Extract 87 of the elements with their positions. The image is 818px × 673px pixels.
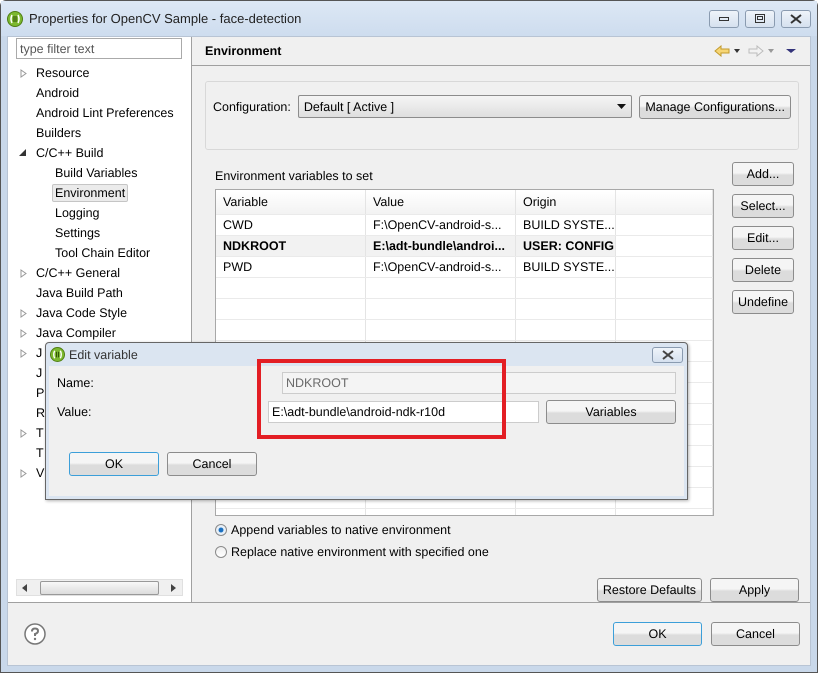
tree-item[interactable]: J [33,344,46,362]
text-field[interactable]: E:\adt-bundle\android-ndk-r10d [268,400,539,422]
table-row[interactable]: NDKROOT E:\adt-bundle\androi... USER: CONFIG [216,236,713,257]
column-header[interactable]: Variable [223,195,268,209]
dialog-button[interactable]: OK [613,622,702,646]
expand-arrow-icon[interactable] [20,268,26,278]
expand-arrow-icon[interactable] [20,468,26,478]
table-cell: BUILD SYSTE... [523,260,615,274]
tree-item[interactable]: Tool Chain Editor [52,244,154,262]
tree-item[interactable]: Settings [52,224,104,242]
expand-arrow-icon[interactable] [20,308,26,318]
tree-item[interactable]: V [33,464,48,482]
page-button[interactable]: Apply [710,578,799,602]
app-logo-icon [50,347,65,362]
manage-configurations-button[interactable]: Manage Configurations... [639,95,791,119]
table-label: Environment variables to set [215,169,374,183]
variables-button[interactable]: Variables [546,400,676,424]
column-header[interactable]: Value [373,195,404,209]
filter-field[interactable]: type filter text [16,38,182,59]
table-cell: NDKROOT [223,239,286,253]
dialog-button[interactable]: OK [69,452,159,476]
table-cell: F:\OpenCV-android-s... [373,218,502,232]
table-action-button[interactable]: Undefine [732,290,794,314]
expand-arrow-icon[interactable] [20,68,26,78]
radio-button[interactable] [215,524,227,536]
dialog-button[interactable]: Cancel [711,622,800,646]
maximize-button[interactable] [745,10,775,28]
help-icon[interactable] [24,623,46,645]
table-action-button[interactable]: Select... [732,194,794,218]
minimize-icon [719,16,729,20]
tree-item[interactable]: T [33,444,47,462]
view-menu-icon[interactable] [784,48,798,54]
tree-item[interactable]: Android Lint Preferences [33,104,177,122]
radio-label: Replace native environment with specified one [231,545,489,559]
table-action-button[interactable]: Add... [732,162,794,186]
tree-item[interactable]: T [33,424,47,442]
tree-item[interactable]: C/C++ Build [33,144,106,162]
window-title: Properties for OpenCV Sample - face-detection [29,11,302,26]
tree-item[interactable]: R [33,404,48,422]
table-cell: USER: CONFIG [523,239,614,253]
column-header[interactable]: Origin [523,195,556,209]
tree-item[interactable]: Builders [33,124,84,142]
horizontal-scrollbar[interactable] [16,579,183,596]
dialog-title: Edit variable [69,348,139,362]
dialog-button[interactable]: Cancel [167,452,257,476]
close-icon [790,14,802,24]
expand-arrow-icon[interactable] [20,428,26,438]
tree-item[interactable]: J [33,364,46,382]
table-action-button[interactable]: Delete [732,258,794,282]
tree-item[interactable]: Java Compiler [33,324,119,342]
expand-arrow-icon[interactable] [20,348,26,358]
table-cell: E:\adt-bundle\androi... [373,239,505,253]
tree-item[interactable]: Environment [52,184,128,202]
tree-item[interactable]: Logging [52,204,102,222]
table-cell: CWD [223,218,253,232]
page-title: Environment [205,44,282,58]
scroll-right-icon[interactable] [171,584,177,592]
collapse-arrow-icon[interactable] [19,149,27,157]
maximize-icon [755,14,765,23]
field-label: Value: [57,404,93,418]
table-action-button[interactable]: Edit... [732,226,794,250]
page-button[interactable]: Restore Defaults [596,578,702,602]
expand-arrow-icon[interactable] [20,328,26,338]
tree-item[interactable]: Android [33,84,82,102]
configuration-dropdown[interactable]: Default [ Active ] [298,95,632,118]
tree-item[interactable]: P [33,384,48,402]
configuration-label: Configuration: [213,100,291,114]
close-button[interactable] [781,10,811,28]
tree-item[interactable]: Java Build Path [33,284,126,302]
close-icon [662,350,674,360]
tree-item[interactable]: C/C++ General [33,264,124,282]
radio-button[interactable] [215,546,227,558]
field-label: Name: [57,376,95,390]
radio-label: Append variables to native environment [231,523,451,537]
tree-item[interactable]: Build Variables [52,164,140,182]
table-cell: F:\OpenCV-android-s... [373,260,502,274]
table-row[interactable]: CWD F:\OpenCV-android-s... BUILD SYSTE... [216,215,713,236]
app-logo-icon [7,10,23,26]
table-row[interactable]: PWD F:\OpenCV-android-s... BUILD SYSTE... [216,257,713,278]
scroll-left-icon[interactable] [22,584,28,592]
tree-item[interactable]: Resource [33,64,92,82]
table-cell: PWD [223,260,252,274]
tree-item[interactable]: Java Code Style [33,304,130,322]
dropdown-icon [617,104,626,109]
close-button[interactable] [652,346,683,362]
minimize-button[interactable] [709,10,739,28]
table-cell: BUILD SYSTE... [523,218,615,232]
